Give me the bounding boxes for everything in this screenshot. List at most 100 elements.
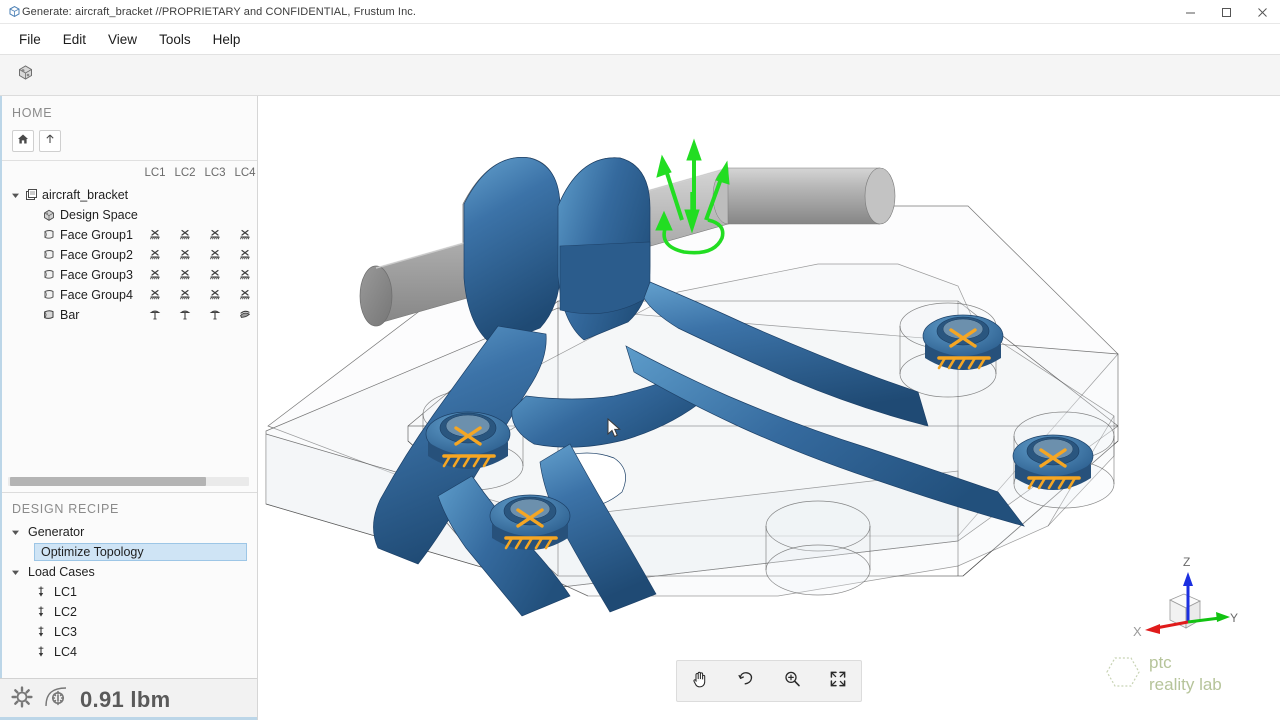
constraint-marker-icon[interactable] xyxy=(200,248,230,262)
window-controls xyxy=(1172,0,1280,24)
menu-file[interactable]: File xyxy=(8,28,52,51)
constraint-marker-icon[interactable] xyxy=(140,268,170,282)
tree-row-name: Bar xyxy=(0,308,140,322)
orbit-icon xyxy=(736,669,756,694)
model-browser: LC1 LC2 LC3 LC4 aircraft_bracket Design S… xyxy=(0,161,257,473)
triad-z-label: Z xyxy=(1183,555,1190,569)
load-case-column-lc4[interactable]: LC4 xyxy=(230,167,260,179)
tree-row-name: Design Space xyxy=(0,208,140,222)
tree-row[interactable]: Face Group4 xyxy=(0,285,257,305)
constraint-marker-icon[interactable] xyxy=(200,288,230,302)
triad-x-label: X xyxy=(1133,624,1142,639)
recipe-expander-icon[interactable] xyxy=(8,528,22,537)
recipe-group-row[interactable]: Generator xyxy=(0,522,257,542)
constraint-marker-icon[interactable] xyxy=(230,288,260,302)
tree-row[interactable]: Face Group2 xyxy=(0,245,257,265)
recipe-expander-icon[interactable] xyxy=(8,568,22,577)
load-marker-icon[interactable] xyxy=(170,308,200,322)
window-title: Generate: aircraft_bracket //PROPRIETARY… xyxy=(22,5,417,18)
constraint-marker-icon[interactable] xyxy=(230,268,260,282)
recipe-item-row[interactable]: Optimize Topology xyxy=(34,543,247,561)
recipe-item-row[interactable]: LC4 xyxy=(0,642,257,662)
load-case-column-lc2[interactable]: LC2 xyxy=(170,167,200,179)
triad-y-label: Y xyxy=(1230,611,1238,625)
load-case-column-lc1[interactable]: LC1 xyxy=(140,167,170,179)
constraint-marker-icon[interactable] xyxy=(140,288,170,302)
recipe-item-label: LC2 xyxy=(54,605,77,619)
tree-expander-icon[interactable] xyxy=(8,191,22,200)
load-case-column-lc3[interactable]: LC3 xyxy=(200,167,230,179)
up-level-button[interactable] xyxy=(39,130,61,152)
recipe-item-row[interactable]: LC2 xyxy=(0,602,257,622)
tree-item-label: Design Space xyxy=(60,208,138,222)
moment-marker-icon[interactable] xyxy=(230,308,260,322)
menu-edit[interactable]: Edit xyxy=(52,28,97,51)
minimize-button[interactable] xyxy=(1172,0,1208,24)
tree-item-label: Face Group3 xyxy=(60,268,133,282)
model-canvas[interactable] xyxy=(258,96,1280,700)
tree-row[interactable]: Bar xyxy=(0,305,257,325)
tree-item-label: Face Group4 xyxy=(60,288,133,302)
menu-tools[interactable]: Tools xyxy=(148,28,202,51)
home-icon xyxy=(17,132,29,150)
home-button[interactable] xyxy=(12,130,34,152)
tree-item-label: aircraft_bracket xyxy=(42,188,129,202)
menu-help[interactable]: Help xyxy=(202,28,252,51)
zoom-tool-button[interactable] xyxy=(775,665,809,697)
3d-viewport[interactable]: Z Y X ptc reality lab xyxy=(258,96,1280,720)
close-button[interactable] xyxy=(1244,0,1280,24)
constraint-marker-icon[interactable] xyxy=(170,228,200,242)
recipe-item-label: LC4 xyxy=(54,645,77,659)
load-case-icon xyxy=(34,585,48,599)
tree-item-label: Bar xyxy=(60,308,80,322)
design-space-icon xyxy=(40,208,58,222)
recipe-item-label: Optimize Topology xyxy=(41,545,144,559)
constraint-marker-icon[interactable] xyxy=(230,228,260,242)
fit-view-button[interactable] xyxy=(821,665,855,697)
browser-scroll-area xyxy=(0,473,257,492)
recipe-group-label: Load Cases xyxy=(28,565,95,579)
tree-row[interactable]: Face Group3 xyxy=(0,265,257,285)
recipe-group-row[interactable]: Load Cases xyxy=(0,562,257,582)
tree-row[interactable]: Design Space xyxy=(0,205,257,225)
tree-row[interactable]: Face Group1 xyxy=(0,225,257,245)
recipe-item-label: LC3 xyxy=(54,625,77,639)
tree-item-label: Face Group1 xyxy=(60,228,133,242)
status-bar: 0.91 lbm xyxy=(0,678,257,720)
constraint-marker-icon[interactable] xyxy=(170,288,200,302)
constraint-marker-icon[interactable] xyxy=(230,248,260,262)
tree-row[interactable]: aircraft_bracket xyxy=(0,185,257,205)
left-panel: HOME LC1 LC2 LC3 LC4 aircraft_bracket De… xyxy=(0,96,258,720)
assembly-icon xyxy=(22,188,40,202)
constraint-marker-icon[interactable] xyxy=(170,268,200,282)
settings-gear-icon[interactable] xyxy=(10,685,34,714)
app-icon xyxy=(0,5,22,18)
horizontal-scrollbar[interactable] xyxy=(8,477,249,486)
recipe-item-row[interactable]: LC3 xyxy=(0,622,257,642)
axis-triad: Z Y X xyxy=(1133,555,1238,639)
view-tools-toolbar xyxy=(676,660,862,702)
recipe-item-row[interactable]: LC1 xyxy=(0,582,257,602)
rotate-tool-button[interactable] xyxy=(729,665,763,697)
load-case-icon xyxy=(34,605,48,619)
tree-row-name: aircraft_bracket xyxy=(0,188,140,202)
scrollbar-thumb[interactable] xyxy=(10,477,206,486)
constraint-marker-icon[interactable] xyxy=(200,268,230,282)
constraint-marker-icon[interactable] xyxy=(140,228,170,242)
menu-view[interactable]: View xyxy=(97,28,148,51)
constraint-marker-icon[interactable] xyxy=(170,248,200,262)
arrow-up-icon xyxy=(44,132,56,150)
constraint-marker-icon[interactable] xyxy=(200,228,230,242)
load-marker-icon[interactable] xyxy=(140,308,170,322)
part-model-button[interactable] xyxy=(10,60,40,90)
browser-title: HOME xyxy=(12,106,53,120)
main-body: HOME LC1 LC2 LC3 LC4 aircraft_bracket De… xyxy=(0,96,1280,720)
pan-tool-button[interactable] xyxy=(683,665,717,697)
hand-icon xyxy=(690,669,710,694)
constraint-marker-icon[interactable] xyxy=(140,248,170,262)
load-case-header-row: LC1 LC2 LC3 LC4 xyxy=(0,161,257,183)
load-case-icon xyxy=(34,645,48,659)
maximize-button[interactable] xyxy=(1208,0,1244,24)
generate-run-icon[interactable] xyxy=(44,685,70,714)
load-marker-icon[interactable] xyxy=(200,308,230,322)
